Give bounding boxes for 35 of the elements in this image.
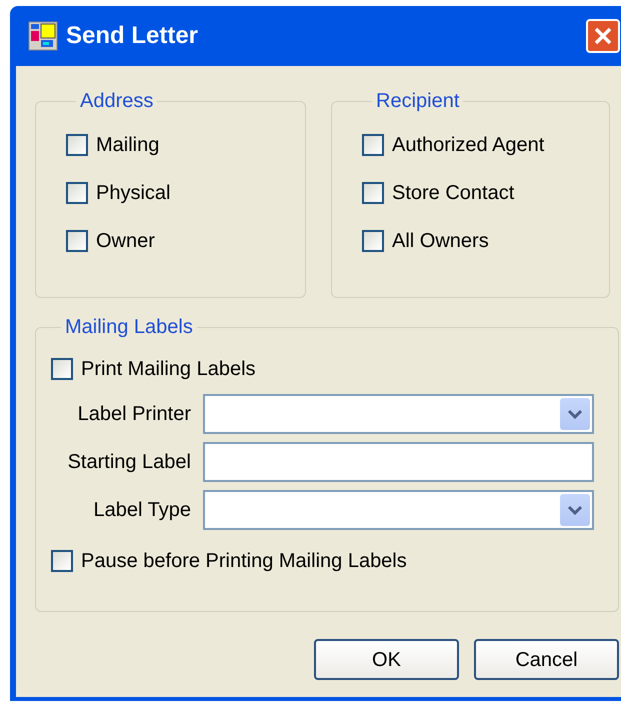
window-title: Send Letter <box>66 21 198 51</box>
checkbox-label: Store Contact <box>392 181 514 206</box>
checkbox-label: Physical <box>96 181 170 206</box>
group-title: Address <box>79 89 154 114</box>
checkbox-label: All Owners <box>392 229 489 254</box>
dialog-button[interactable]: Cancel <box>474 639 619 680</box>
checkbox-label: Owner <box>96 229 155 254</box>
group-title: Recipient <box>375 89 460 114</box>
checkbox[interactable] <box>66 182 88 204</box>
field-label: Starting Label <box>66 450 192 475</box>
checkbox[interactable] <box>362 134 384 156</box>
chevron-down-icon <box>567 408 583 420</box>
field-label: Label Type <box>92 498 192 523</box>
checkbox-label: Authorized Agent <box>392 133 544 158</box>
checkbox-label: Pause before Printing Mailing Labels <box>81 549 407 574</box>
checkbox-label: Print Mailing Labels <box>81 357 256 382</box>
dropdown-field[interactable] <box>203 394 594 434</box>
close-button[interactable] <box>586 19 620 53</box>
dropdown-button[interactable] <box>560 494 590 526</box>
dialog-button[interactable]: OK <box>314 639 459 680</box>
checkbox[interactable] <box>362 182 384 204</box>
dropdown-field[interactable] <box>203 490 594 530</box>
dropdown-button[interactable] <box>560 398 590 430</box>
field-label: Label Printer <box>76 402 192 427</box>
close-icon <box>593 26 613 46</box>
checkbox-label: Mailing <box>96 133 160 158</box>
checkbox[interactable] <box>51 358 73 380</box>
input-field[interactable] <box>203 442 594 482</box>
chevron-down-icon <box>567 504 583 516</box>
checkbox[interactable] <box>66 134 88 156</box>
checkbox[interactable] <box>362 230 384 252</box>
group-title: Mailing Labels <box>64 315 194 340</box>
app-icon <box>28 21 58 51</box>
checkbox[interactable] <box>51 550 73 572</box>
checkbox[interactable] <box>66 230 88 252</box>
